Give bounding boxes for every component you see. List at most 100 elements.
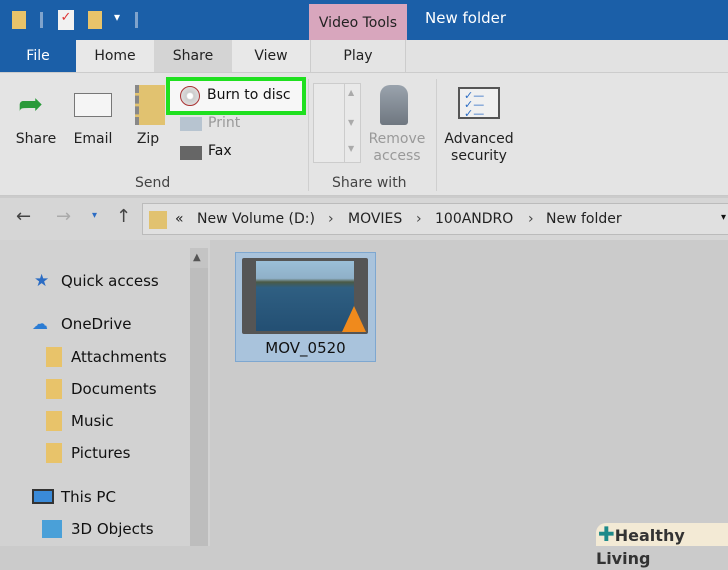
vlc-cone-icon: [342, 306, 366, 332]
divider: [40, 12, 43, 28]
share-with-list[interactable]: ▲ ▼ ▼: [313, 83, 361, 163]
fax-label: Fax: [208, 143, 232, 159]
nav-quick-access[interactable]: ★ Quick access: [0, 269, 180, 293]
tab-view[interactable]: View: [232, 40, 310, 72]
title-bar: ✓ ▾ Video Tools New folder: [0, 0, 728, 40]
nav-documents[interactable]: Documents: [0, 377, 180, 401]
breadcrumb-drive[interactable]: New Volume (D:): [197, 211, 315, 227]
fax-icon: [180, 146, 202, 160]
address-input[interactable]: « New Volume (D:) › MOVIES › 100ANDRO › …: [142, 203, 728, 235]
folder-icon: [46, 411, 62, 431]
email-icon: [74, 93, 112, 117]
plus-logo-icon: ✚: [598, 522, 615, 546]
scroll-up-icon[interactable]: ▲: [348, 88, 354, 97]
nav-label: 3D Objects: [71, 520, 154, 538]
security-checklist-icon: ✓— ✓— ✓—: [458, 87, 500, 119]
remove-access-label: Remove: [368, 131, 426, 147]
burn-label: Burn to disc: [207, 87, 291, 103]
print-button[interactable]: Print: [180, 115, 260, 135]
advanced-security-button[interactable]: ✓— ✓— ✓— Advanced security: [442, 81, 516, 167]
zip-icon: [135, 85, 165, 125]
remove-access-button[interactable]: Remove access: [366, 81, 428, 167]
group-label-share-with: Share with: [332, 175, 407, 191]
customize-toolbar-icon[interactable]: ▾: [114, 10, 120, 24]
file-name: MOV_0520: [265, 339, 346, 357]
address-bar-row: ← → ▾ ↑ « New Volume (D:) › MOVIES › 100…: [0, 198, 728, 240]
breadcrumb-new-folder[interactable]: New folder: [546, 211, 622, 227]
nav-label: Attachments: [71, 348, 167, 366]
tab-play[interactable]: Play: [310, 40, 406, 72]
cloud-icon: ☁: [32, 314, 48, 333]
share-icon: ➦: [18, 87, 44, 122]
breadcrumb-movies[interactable]: MOVIES: [348, 211, 402, 227]
scrollbar-thumb[interactable]: [190, 268, 208, 546]
video-frame: [256, 261, 354, 331]
cube-icon: [42, 520, 62, 538]
folder-icon: [46, 443, 62, 463]
window-title: New folder: [425, 9, 507, 27]
share-label: Share: [15, 131, 57, 147]
folder-icon: [149, 211, 167, 229]
nav-label: This PC: [61, 488, 116, 506]
folder-icon: [46, 379, 62, 399]
breadcrumb-separator: ›: [416, 211, 422, 227]
divider: [308, 79, 309, 191]
overflow-chevron[interactable]: «: [175, 211, 184, 227]
advanced-security-label: Advanced: [444, 131, 514, 147]
scroll-up-icon[interactable]: ▲: [193, 252, 201, 263]
nav-label: Pictures: [71, 444, 131, 462]
video-tools-tab: Video Tools: [309, 4, 407, 40]
printer-icon: [180, 117, 202, 131]
breadcrumb-separator: ›: [328, 211, 334, 227]
nav-label: OneDrive: [61, 315, 132, 333]
tab-share[interactable]: Share: [154, 40, 232, 72]
zip-button[interactable]: Zip: [130, 85, 166, 163]
email-label: Email: [73, 131, 113, 147]
burn-to-disc-button[interactable]: Burn to disc: [166, 77, 306, 115]
up-icon[interactable]: ↑: [116, 206, 131, 227]
nav-music[interactable]: Music: [0, 409, 180, 433]
forward-icon[interactable]: →: [56, 206, 71, 227]
nav-onedrive[interactable]: ☁ OneDrive: [0, 312, 180, 336]
advanced-security-label-2: security: [451, 148, 507, 164]
nav-label: Music: [71, 412, 114, 430]
video-thumbnail-icon: [242, 258, 368, 334]
breadcrumb-100andro[interactable]: 100ANDRO: [435, 211, 513, 227]
expand-icon[interactable]: ▼: [348, 144, 354, 153]
file-item[interactable]: MOV_0520: [235, 252, 376, 362]
share-button[interactable]: ➦ Share: [12, 85, 60, 163]
folder-icon[interactable]: [12, 11, 26, 29]
email-button[interactable]: Email: [70, 85, 116, 163]
divider: [135, 12, 138, 28]
divider: [436, 79, 437, 191]
disc-icon: [180, 86, 200, 106]
new-folder-icon[interactable]: [88, 11, 102, 29]
lock-icon: [380, 85, 408, 125]
zip-label: Zip: [136, 131, 160, 147]
star-icon: ★: [34, 271, 50, 291]
address-dropdown-icon[interactable]: ▾: [721, 212, 726, 223]
remove-access-label-2: access: [373, 148, 421, 164]
nav-attachments[interactable]: Attachments: [0, 345, 180, 369]
breadcrumb-separator: ›: [528, 211, 534, 227]
nav-3d-objects[interactable]: 3D Objects: [0, 517, 180, 541]
print-label: Print: [208, 115, 241, 131]
computer-icon: [32, 489, 54, 504]
navigation-pane: ★ Quick access ☁ OneDrive Attachments Do…: [0, 240, 210, 546]
ribbon: ➦ Share Email Zip Burn to disc Print Fax…: [0, 72, 728, 196]
tab-file[interactable]: File: [0, 40, 76, 72]
divider: [344, 84, 345, 162]
nav-this-pc[interactable]: This PC: [0, 485, 180, 509]
recent-locations-icon[interactable]: ▾: [92, 210, 97, 221]
nav-pictures[interactable]: Pictures: [0, 441, 180, 465]
back-icon[interactable]: ←: [16, 206, 31, 227]
scroll-down-icon[interactable]: ▼: [348, 118, 354, 127]
ribbon-tabs: File Home Share View Play: [0, 40, 728, 72]
fax-button[interactable]: Fax: [180, 143, 260, 163]
nav-label: Documents: [71, 380, 157, 398]
watermark-logo: ✚Healthy Living: [596, 522, 728, 568]
group-label-send: Send: [135, 175, 171, 191]
tab-home[interactable]: Home: [76, 40, 154, 72]
nav-label: Quick access: [61, 272, 159, 290]
properties-icon[interactable]: ✓: [58, 10, 74, 30]
